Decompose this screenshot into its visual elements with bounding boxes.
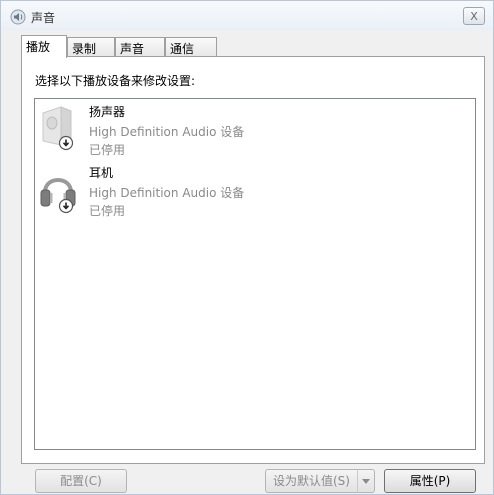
device-status: 已停用 — [89, 143, 126, 157]
device-item-speakers[interactable]: 扬声器 High Definition Audio 设备 已停用 — [35, 101, 475, 161]
tab-label: 通信 — [170, 42, 195, 56]
device-description: High Definition Audio 设备 — [89, 125, 245, 139]
configure-button[interactable]: 配置(C) — [35, 469, 127, 493]
window-title: 声音 — [31, 11, 56, 25]
tab-label: 播放 — [26, 40, 51, 54]
close-button[interactable]: X — [463, 7, 485, 25]
speaker-icon — [42, 106, 74, 151]
tab-sounds[interactable]: 声音 — [115, 37, 165, 57]
tab-label: 录制 — [72, 42, 97, 56]
device-description: High Definition Audio 设备 — [89, 186, 245, 200]
title-bar[interactable]: 声音 X — [1, 1, 493, 31]
set-default-dropdown[interactable] — [357, 469, 375, 493]
speaker-title-icon — [10, 9, 26, 25]
instruction-text: 选择以下播放设备来修改设置: — [35, 74, 196, 88]
tab-label: 声音 — [120, 42, 145, 56]
tab-playback[interactable]: 播放 — [21, 35, 67, 58]
device-name: 扬声器 — [89, 105, 126, 119]
playback-panel: 选择以下播放设备来修改设置: 扬声器 High Definition Audio… — [21, 56, 485, 464]
close-icon: X — [470, 9, 478, 23]
sound-dialog: 声音 X 播放 录制 声音 通信 选择以下播放设备来修改设置: 扬声器 High… — [0, 0, 494, 495]
device-item-headphones[interactable]: 耳机 High Definition Audio 设备 已停用 — [35, 162, 475, 222]
headphones-icon — [40, 178, 76, 214]
chevron-down-icon — [362, 478, 370, 484]
set-default-button[interactable]: 设为默认值(S) — [265, 469, 358, 493]
properties-button[interactable]: 属性(P) — [384, 469, 476, 493]
tab-recording[interactable]: 录制 — [67, 37, 115, 57]
device-name: 耳机 — [89, 166, 114, 180]
device-status: 已停用 — [89, 204, 126, 218]
tab-communications[interactable]: 通信 — [165, 37, 217, 57]
device-list[interactable]: 扬声器 High Definition Audio 设备 已停用 耳机 High… — [34, 98, 476, 450]
